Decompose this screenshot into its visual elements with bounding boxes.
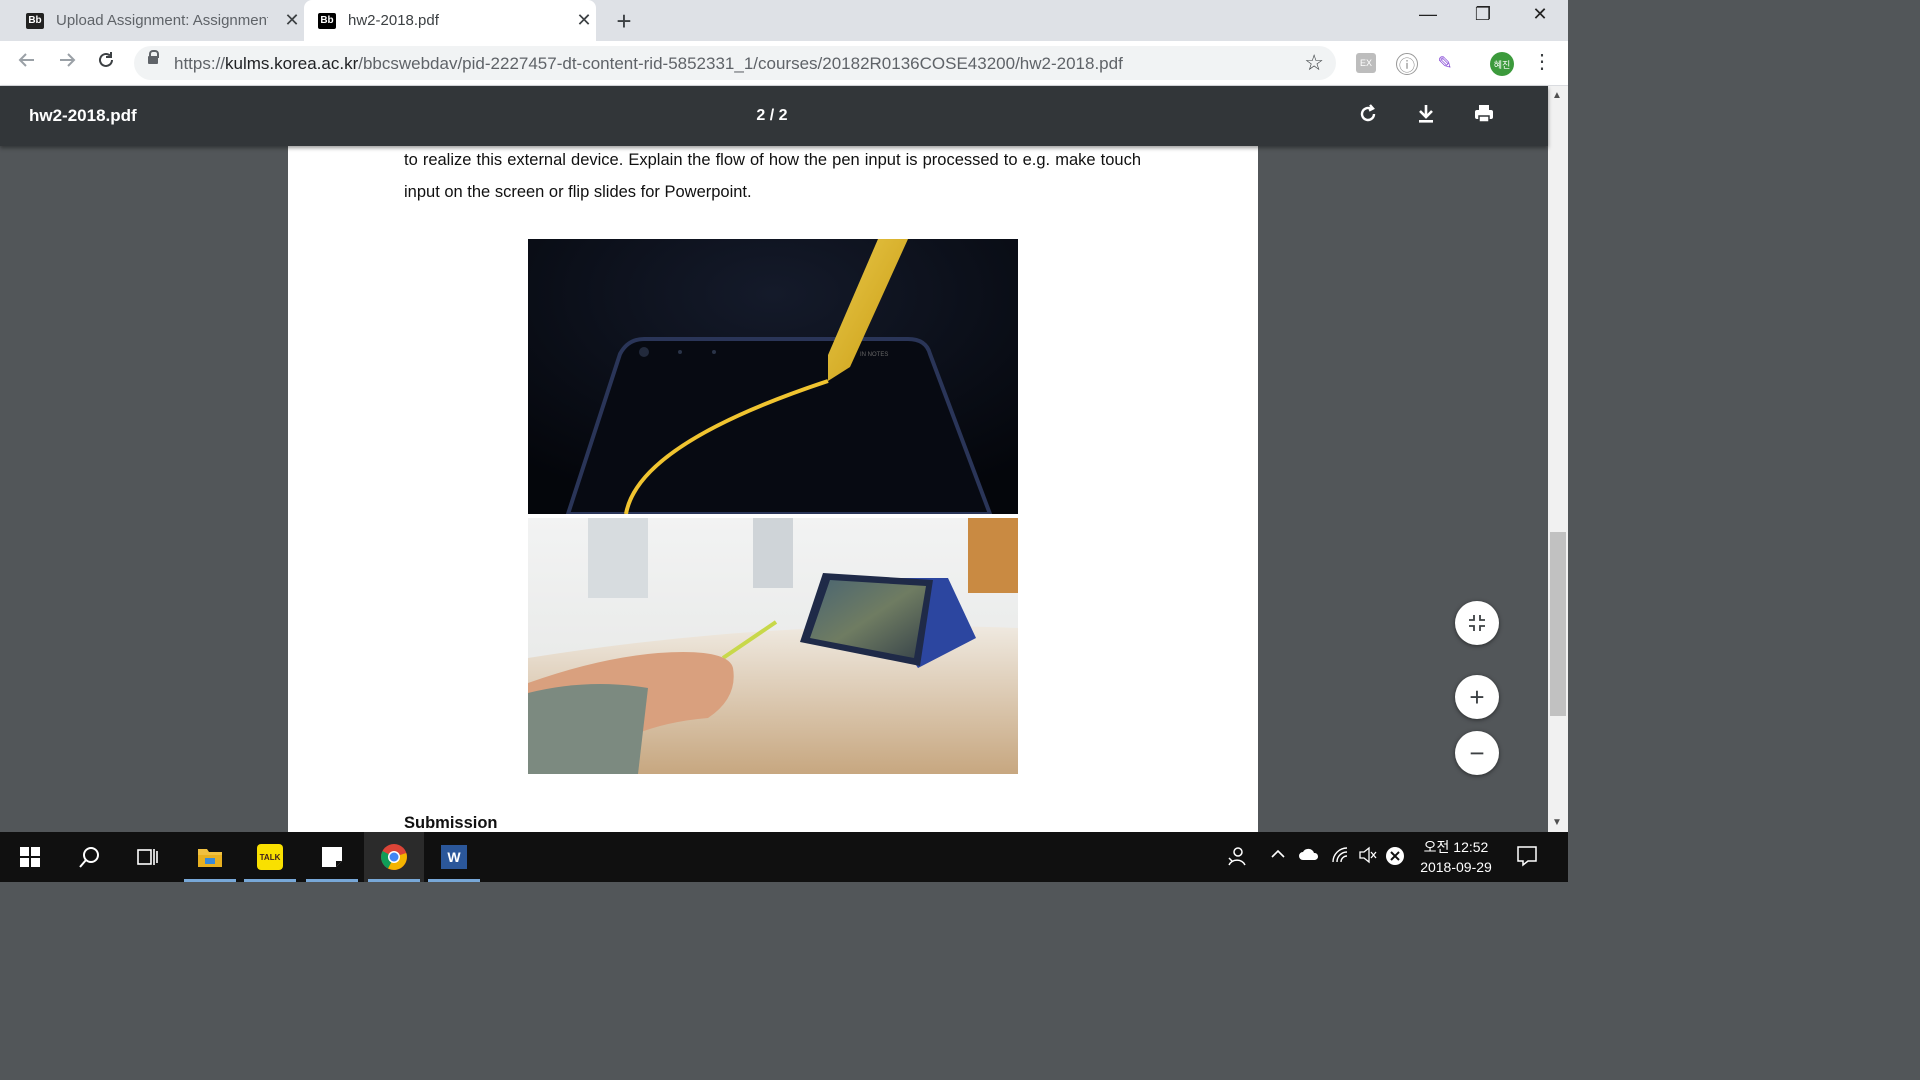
reload-icon bbox=[99, 52, 113, 67]
lock-icon bbox=[148, 50, 159, 64]
pdf-title: hw2-2018.pdf bbox=[29, 106, 137, 125]
submission-heading: Submission bbox=[404, 814, 498, 832]
search-button[interactable] bbox=[60, 832, 120, 882]
browser-toolbar: https://kulms.korea.ac.kr/bbcswebdav/pid… bbox=[0, 41, 1568, 86]
running-indicator bbox=[368, 879, 420, 882]
windows-taskbar: TALK W 오전 12:52 2018-09-29 bbox=[0, 832, 1568, 882]
scrollbar-thumb[interactable] bbox=[1550, 532, 1566, 716]
scroll-down-arrow-icon[interactable]: ▼ bbox=[1552, 817, 1562, 828]
extension-ex-icon[interactable]: EX bbox=[1356, 53, 1376, 73]
volume-muted-icon[interactable] bbox=[1358, 846, 1378, 869]
windows-logo-icon bbox=[20, 847, 40, 867]
vertical-scrollbar[interactable]: ▲ ▼ bbox=[1548, 86, 1568, 832]
chrome-icon bbox=[381, 844, 407, 870]
word-icon: W bbox=[441, 845, 467, 869]
sticky-notes-icon bbox=[322, 847, 342, 867]
people-icon[interactable] bbox=[1226, 846, 1246, 871]
fit-to-page-icon bbox=[1469, 615, 1485, 631]
onedrive-cloud-icon[interactable] bbox=[1298, 846, 1320, 867]
close-tab-icon[interactable]: ✕ bbox=[284, 10, 300, 31]
blackboard-favicon-icon: Bb bbox=[318, 12, 336, 29]
tab-hw2-pdf[interactable]: Bb hw2-2018.pdf ✕ bbox=[304, 0, 596, 41]
kakaotalk-icon: TALK bbox=[257, 844, 283, 870]
hand-pen-phone-photo bbox=[528, 518, 1018, 774]
chevron-up-icon[interactable] bbox=[1270, 846, 1286, 867]
word-button[interactable]: W bbox=[424, 832, 484, 882]
file-explorer-button[interactable] bbox=[180, 832, 240, 882]
page-indicator[interactable]: 2 / 2 bbox=[740, 107, 804, 125]
chrome-button[interactable] bbox=[364, 832, 424, 882]
restore-button[interactable]: ❐ bbox=[1467, 4, 1499, 25]
system-clock[interactable]: 오전 12:52 2018-09-29 bbox=[1410, 837, 1502, 877]
tab-strip: Bb Upload Assignment: Assignment ✕ Bb hw… bbox=[0, 0, 1568, 41]
action-center-icon[interactable] bbox=[1516, 845, 1538, 872]
download-icon[interactable] bbox=[1412, 102, 1440, 130]
fit-page-button[interactable] bbox=[1455, 601, 1499, 645]
clock-time: 오전 12:52 bbox=[1423, 839, 1489, 855]
search-icon bbox=[79, 847, 99, 868]
bookmark-star-icon[interactable]: ☆ bbox=[1304, 50, 1324, 76]
tab-title: hw2-2018.pdf bbox=[348, 12, 439, 29]
back-arrow-icon bbox=[18, 53, 34, 67]
pdf-page: to realize this external device. Explain… bbox=[288, 86, 1258, 832]
running-indicator bbox=[428, 879, 480, 882]
menu-kebab-icon[interactable]: ⋮ bbox=[1532, 49, 1552, 74]
minimize-button[interactable]: — bbox=[1412, 4, 1444, 25]
pdf-viewer-area: to realize this external device. Explain… bbox=[0, 86, 1548, 832]
forward-arrow-icon bbox=[60, 53, 76, 67]
profile-avatar[interactable]: 혜진 bbox=[1490, 52, 1514, 76]
scroll-up-arrow-icon[interactable]: ▲ bbox=[1552, 90, 1562, 101]
running-indicator bbox=[244, 879, 296, 882]
task-view-icon bbox=[137, 849, 158, 865]
task-view-button[interactable] bbox=[118, 832, 178, 882]
svg-text:IN NOTES: IN NOTES bbox=[860, 352, 888, 358]
close-window-button[interactable]: ✕ bbox=[1524, 4, 1556, 25]
extension-info-icon[interactable]: ⓘ bbox=[1396, 53, 1418, 75]
zoom-in-button[interactable]: + bbox=[1455, 675, 1499, 719]
extension-pen-icon[interactable]: ✎ bbox=[1435, 53, 1455, 73]
rotate-icon[interactable] bbox=[1354, 102, 1382, 130]
kakaotalk-button[interactable]: TALK bbox=[240, 832, 300, 882]
pen-on-phone-photo: IN NOTES bbox=[528, 239, 1018, 514]
tab-upload-assignment[interactable]: Bb Upload Assignment: Assignment ✕ bbox=[12, 0, 304, 41]
new-tab-button[interactable]: + bbox=[612, 6, 636, 37]
body-paragraph: to realize this external device. Explain… bbox=[404, 151, 1141, 201]
address-bar[interactable]: https://kulms.korea.ac.kr/bbcswebdav/pid… bbox=[134, 46, 1336, 80]
folder-icon bbox=[198, 849, 222, 867]
forward-button[interactable] bbox=[54, 50, 80, 76]
wifi-icon[interactable] bbox=[1331, 846, 1349, 869]
blackboard-favicon-icon: Bb bbox=[26, 12, 44, 29]
running-indicator bbox=[306, 879, 358, 882]
back-button[interactable] bbox=[14, 50, 40, 76]
network-error-icon[interactable] bbox=[1385, 846, 1405, 871]
sticky-notes-button[interactable] bbox=[302, 832, 362, 882]
close-tab-icon[interactable]: ✕ bbox=[576, 10, 592, 31]
start-button[interactable] bbox=[0, 832, 60, 882]
url-text[interactable]: https://kulms.korea.ac.kr/bbcswebdav/pid… bbox=[174, 54, 1123, 74]
zoom-out-button[interactable]: − bbox=[1455, 731, 1499, 775]
reload-button[interactable] bbox=[93, 50, 119, 76]
tab-title: Upload Assignment: Assignment bbox=[56, 12, 268, 29]
running-indicator bbox=[184, 879, 236, 882]
pdf-toolbar: hw2-2018.pdf 2 / 2 bbox=[0, 86, 1548, 146]
print-icon[interactable] bbox=[1470, 102, 1498, 130]
clock-date: 2018-09-29 bbox=[1420, 859, 1492, 875]
